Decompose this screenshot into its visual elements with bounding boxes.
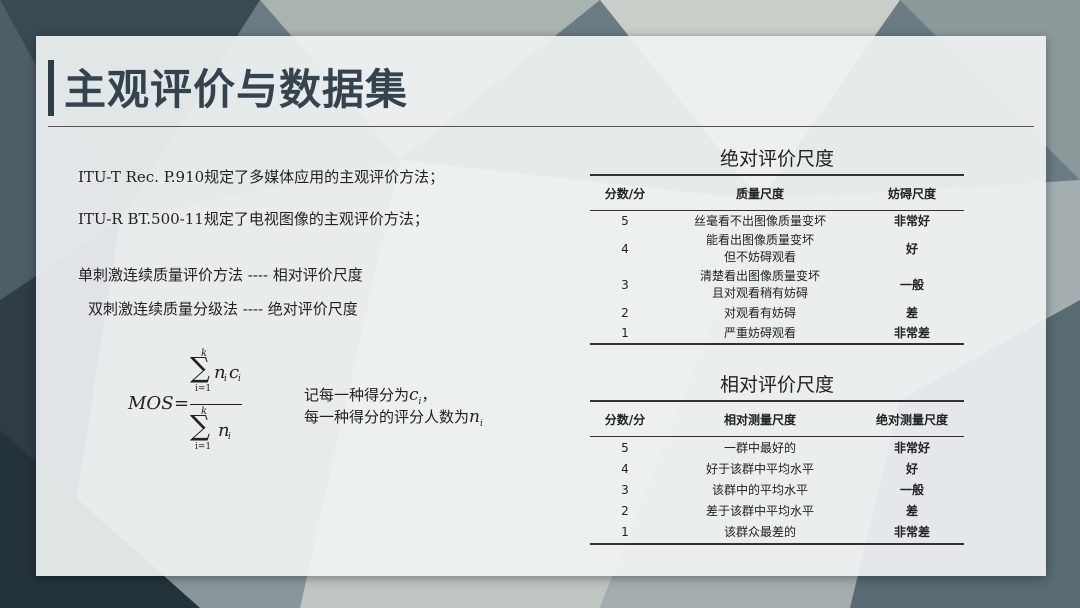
text-line-itu-r: ITU-R BT.500-11规定了电视图像的主观评价方法；: [78, 210, 429, 228]
den-sigma: ∑: [190, 409, 210, 442]
num-n-sub: i: [224, 374, 227, 384]
table-row: 5 丝毫看不出图像质量变坏 非常好: [590, 211, 964, 232]
score-cell: 3: [621, 277, 629, 292]
fraction-bar: [190, 404, 242, 405]
header-quality: 质量尺度: [735, 186, 784, 201]
slide-panel: 主观评价与数据集 ITU-T Rec. P.910规定了多媒体应用的主观评价方法…: [36, 36, 1046, 576]
quality-line: 该群中的平均水平: [711, 483, 808, 497]
den-sum-lower: i=1: [195, 442, 212, 452]
quality-cell: 严重妨碍观看: [660, 323, 860, 344]
quality-line: 且对观看稍有妨碍: [711, 286, 808, 300]
note-text-2: 每一种得分的评分人数为: [304, 408, 470, 426]
level-cell: 一般: [899, 483, 924, 497]
quality-line: 对观看有妨碍: [723, 305, 796, 320]
table-row: 1 严重妨碍观看 非常差: [590, 323, 964, 344]
quality-cell: 差于该群中平均水平: [660, 501, 860, 522]
quality-line: 一群中最好的: [723, 440, 796, 455]
score-cell: 2: [621, 305, 629, 320]
text-line-itu-t: ITU-T Rec. P.910规定了多媒体应用的主观评价方法；: [78, 168, 445, 186]
table-header-row: 分数/分 质量尺度 妨碍尺度: [590, 175, 964, 211]
quality-line: 能看出图像质量变坏: [705, 233, 814, 247]
table-row: 4 好于该群中平均水平 好: [590, 459, 964, 480]
score-cell: 1: [621, 525, 629, 539]
den-n-sub: i: [228, 432, 231, 442]
level-cell: 非常差: [893, 325, 930, 340]
formula-note-line1: 记每一种得分为ci，: [304, 384, 436, 407]
table-row: 1 该群众最差的 非常差: [590, 522, 964, 544]
formula-lhs: MOS: [128, 393, 174, 414]
slide-title: 主观评价与数据集: [64, 65, 409, 114]
table-row: 2 差于该群中平均水平 差: [590, 501, 964, 522]
score-cell: 5: [621, 440, 629, 455]
header-absolute: 绝对测量尺度: [875, 412, 948, 427]
table-row: 5 一群中最好的 非常好: [590, 437, 964, 460]
formula-equals: =: [174, 393, 190, 414]
absolute-scale-table: 分数/分 质量尺度 妨碍尺度 5 丝毫看不出图像质量变坏 非常好 4 能看出图像质量变坏…: [590, 174, 964, 345]
quality-line: 该群众最差的: [723, 525, 796, 539]
header-impairment: 妨碍尺度: [887, 186, 936, 201]
table-header-row: 分数/分 相对测量尺度 绝对测量尺度: [590, 401, 964, 437]
quality-cell: 好于该群中平均水平: [660, 459, 860, 480]
num-c-sub: i: [238, 374, 241, 384]
header-score: 分数/分: [604, 186, 646, 201]
level-cell: 非常好: [893, 440, 930, 455]
absolute-table-title: 绝对评价尺度: [719, 148, 834, 170]
quality-line: 清楚看出图像质量变坏: [699, 269, 820, 283]
note-var-c: c: [409, 385, 419, 405]
formula-note-line2: 每一种得分的评分人数为ni: [304, 406, 483, 429]
note-comma: ，: [421, 386, 437, 404]
score-cell: 4: [621, 462, 629, 476]
note-var-n: n: [469, 407, 480, 427]
level-cell: 差: [905, 504, 918, 518]
quality-line: 好于该群中平均水平: [705, 462, 814, 476]
quality-line: 但不妨碍观看: [723, 250, 796, 264]
quality-cell: 该群中的平均水平: [660, 480, 860, 501]
score-cell: 4: [621, 241, 629, 256]
quality-cell: 丝毫看不出图像质量变坏: [660, 211, 860, 232]
score-cell: 2: [621, 504, 629, 518]
score-cell: 1: [621, 325, 629, 340]
level-cell: 一般: [899, 277, 924, 292]
quality-cell: 一群中最好的: [660, 437, 860, 460]
text-line-single-stimulus: 单刺激连续质量评价方法 ---- 相对评价尺度: [78, 266, 363, 284]
level-cell: 非常差: [893, 525, 930, 539]
header-score: 分数/分: [604, 412, 646, 427]
relative-table-title: 相对评价尺度: [719, 374, 834, 396]
quality-cell: 能看出图像质量变坏 但不妨碍观看: [660, 231, 860, 267]
num-sigma: ∑: [190, 351, 210, 384]
level-cell: 非常好: [893, 213, 930, 228]
title-accent-bar: [48, 60, 54, 116]
level-cell: 好: [905, 241, 918, 256]
quality-line: 差于该群中平均水平: [705, 504, 814, 518]
text-line-double-stimulus: 双刺激连续质量分级法 ---- 绝对评价尺度: [88, 300, 358, 318]
quality-cell: 清楚看出图像质量变坏 且对观看稍有妨碍: [660, 267, 860, 303]
quality-cell: 该群众最差的: [660, 522, 860, 544]
table-row: 4 能看出图像质量变坏 但不妨碍观看 好: [590, 231, 964, 267]
table-row: 3 清楚看出图像质量变坏 且对观看稍有妨碍 一般: [590, 267, 964, 303]
score-cell: 3: [621, 483, 629, 497]
quality-line: 丝毫看不出图像质量变坏: [693, 213, 826, 228]
table-row: 3 该群中的平均水平 一般: [590, 480, 964, 501]
note-var-n-sub: i: [479, 419, 483, 429]
note-text-1: 记每一种得分为: [304, 386, 410, 404]
level-cell: 好: [905, 462, 918, 476]
relative-scale-table: 分数/分 相对测量尺度 绝对测量尺度 5 一群中最好的 非常好 4 好于该群中平均水平 好…: [590, 400, 964, 545]
quality-cell: 对观看有妨碍: [660, 303, 860, 323]
table-row: 2 对观看有妨碍 差: [590, 303, 964, 323]
title-divider: [48, 126, 1034, 127]
quality-line: 严重妨碍观看: [723, 325, 796, 340]
mos-formula: MOS = k ∑ i=1 n i c i k ∑ i=1 n i: [128, 348, 308, 468]
header-relative: 相对测量尺度: [723, 412, 796, 427]
num-sum-lower: i=1: [195, 384, 212, 394]
level-cell: 差: [905, 305, 918, 320]
score-cell: 5: [621, 213, 629, 228]
